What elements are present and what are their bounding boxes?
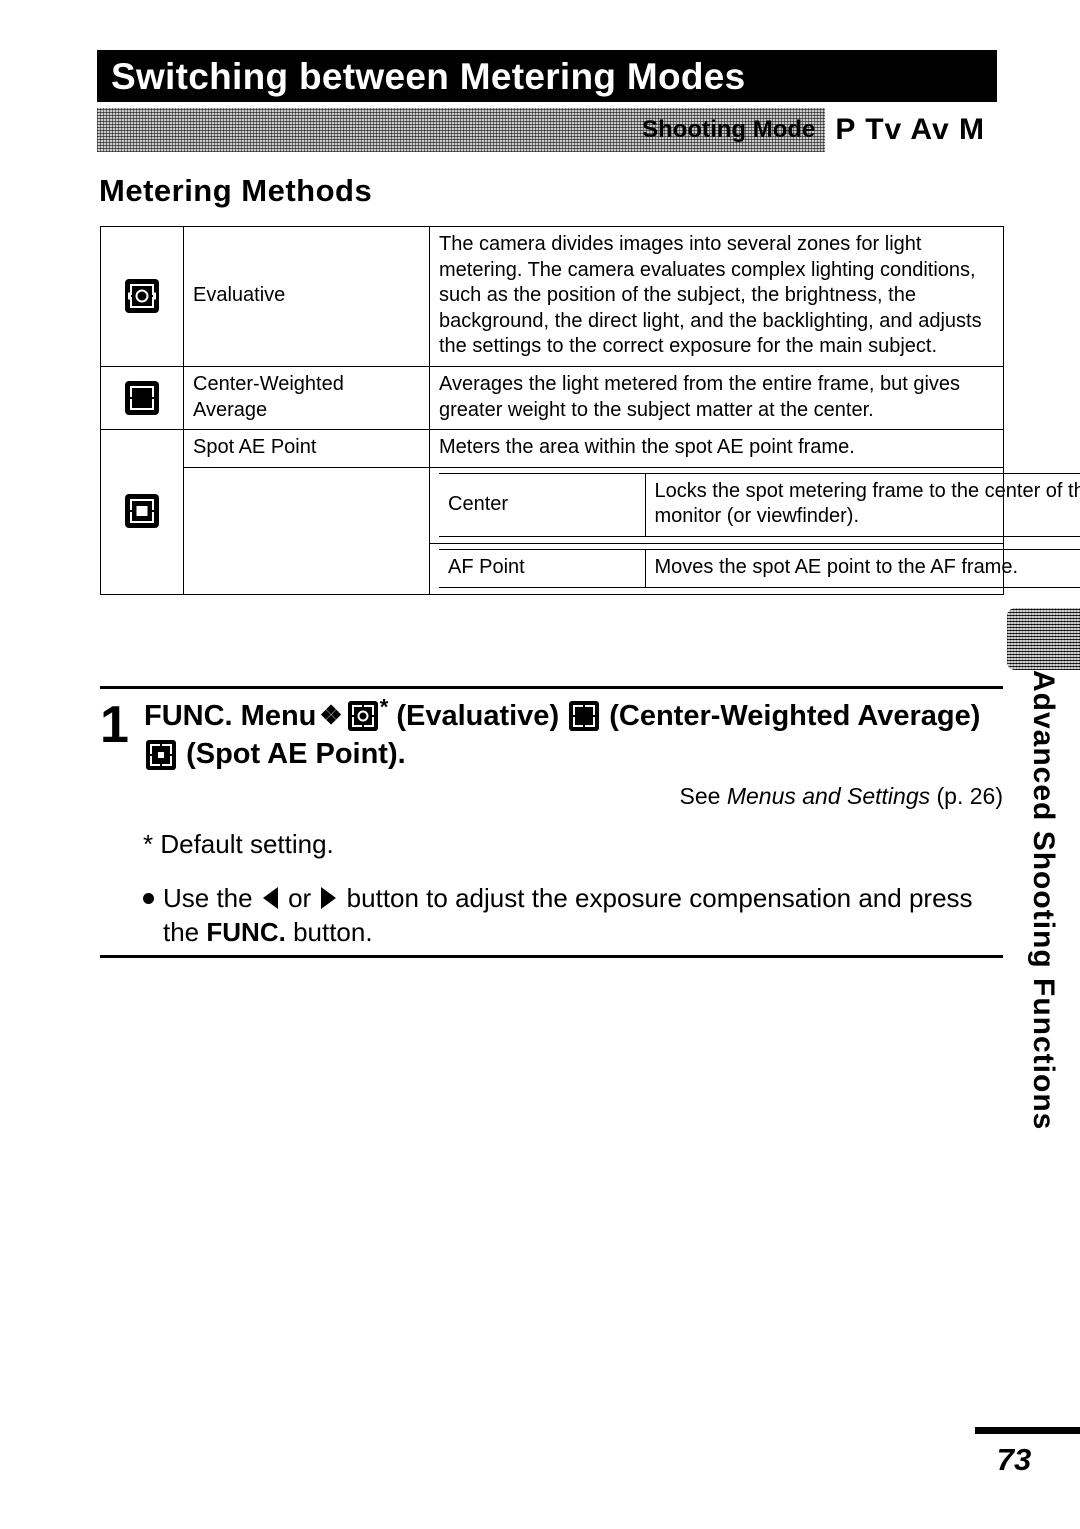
spot-ae-name-cell: Spot AE Point: [183, 429, 430, 468]
spot-ae-subtable-afpoint: AF Point Moves the spot AE point to the …: [439, 548, 1080, 588]
page-title: Switching between Metering Modes: [111, 55, 746, 97]
see-page-suffix: (p. 26): [936, 783, 1003, 809]
divider-above-step: [100, 686, 1003, 689]
notes-block: * Default setting. Use the or button to …: [143, 828, 1003, 949]
spot-center-description-cell: Locks the spot metering frame to the cen…: [644, 472, 1080, 537]
note-button-label: button.: [293, 916, 373, 947]
step-number: 1: [100, 696, 129, 754]
center-weighted-description-cell: Averages the light metered from the enti…: [429, 365, 1004, 431]
footer-rule: [975, 1427, 1080, 1434]
table-row: Center Locks the spot metering frame to …: [439, 472, 1080, 537]
center-weighted-average-metering-icon: [569, 701, 600, 732]
spot-ae-description-cell: Meters the area within the spot AE point…: [429, 429, 1004, 468]
see-italic-title: Menus and Settings: [726, 783, 931, 809]
shooting-mode-values-text: P Tv Av M: [835, 113, 985, 146]
evaluative-description-cell: The camera divides images into several z…: [429, 226, 1004, 367]
spot-ae-subtable-center: Center Locks the spot metering frame to …: [439, 472, 1080, 537]
table-row: Evaluative The camera divides images int…: [100, 226, 1004, 367]
evaluative-metering-icon: [125, 278, 159, 313]
spot-ae-subtable-cell-afpoint: AF Point Moves the spot AE point to the …: [429, 542, 1080, 595]
side-tab-cap: [1007, 608, 1080, 670]
step-center-weighted-label: (Center-Weighted Average): [609, 700, 981, 732]
spot-ae-indent-cell-afpoint: [183, 543, 430, 595]
side-tab-label: Advanced Shooting Functions: [1027, 670, 1060, 1131]
spot-ae-icon-cell: [100, 429, 184, 595]
page-title-banner: Switching between Metering Modes: [97, 50, 997, 102]
step-spot-ae-label: (Spot AE Point).: [186, 738, 406, 771]
step-evaluative-label: (Evaluative): [396, 700, 560, 732]
step-1-block: 1 FUNC. Menu ❖ * (Evaluative) (Center-Weig…: [100, 694, 1003, 808]
page-number: 73: [996, 1442, 1032, 1477]
spot-afpoint-name-cell: AF Point: [439, 548, 646, 588]
arrow-right-icon: [321, 886, 337, 909]
table-row: Center-Weighted Average Averages the lig…: [100, 365, 1004, 431]
default-setting-note: * Default setting.: [143, 829, 334, 859]
evaluative-name-cell: Evaluative: [183, 226, 430, 367]
evaluative-metering-icon: [347, 701, 378, 732]
metering-methods-table: Evaluative The camera divides images int…: [100, 226, 1080, 595]
evaluative-icon-cell: [100, 226, 184, 367]
chapter-side-tab: Advanced Shooting Functions: [1007, 608, 1080, 1208]
note-func-bold-label: FUNC.: [206, 916, 286, 947]
center-weighted-average-metering-icon: [125, 380, 159, 415]
bullet-dot-icon: [143, 892, 154, 904]
step-instruction-text: FUNC. Menu ❖ * (Evaluative) (Center-Weight…: [144, 694, 1003, 774]
see-prefix: See: [679, 783, 721, 809]
spot-ae-point-metering-icon: [125, 494, 159, 529]
step-func-menu-label: FUNC. Menu: [144, 700, 317, 732]
shooting-mode-strip: Shooting Mode P Tv Av M: [97, 108, 997, 152]
center-weighted-name-cell: Center-Weighted Average: [183, 365, 430, 431]
metering-methods-table-wrapper: Evaluative The camera divides images int…: [100, 226, 1080, 595]
table-row: AF Point Moves the spot AE point to the …: [101, 542, 1080, 595]
divider-below-notes: [100, 955, 1003, 958]
see-reference: See Menus and Settings (p. 26): [680, 785, 1004, 808]
manual-page: Switching between Metering Modes Shootin…: [0, 0, 1080, 1529]
exposure-compensation-note: Use the or button to adjust the exposure…: [143, 882, 1003, 950]
table-row: AF Point Moves the spot AE point to the …: [439, 548, 1080, 588]
section-heading: Metering Methods: [99, 173, 373, 208]
note-use-the-label: Use the: [163, 882, 253, 913]
spot-ae-subtable-cell-center: Center Locks the spot metering frame to …: [429, 466, 1080, 544]
table-row: Center Locks the spot metering frame to …: [101, 466, 1080, 544]
center-weighted-icon-cell: [100, 365, 184, 431]
shooting-mode-label: Shooting Mode: [642, 116, 816, 143]
spot-ae-indent-cell-center: [183, 466, 430, 544]
default-setting-asterisk: *: [379, 694, 389, 720]
shooting-mode-values: P Tv Av M: [825, 108, 997, 152]
spot-afpoint-description-cell: Moves the spot AE point to the AF frame.: [644, 548, 1080, 588]
spot-center-name-cell: Center: [439, 472, 646, 537]
spot-ae-point-metering-icon: [146, 739, 176, 770]
note-or-label: or: [288, 882, 312, 913]
table-row: Spot AE Point Meters the area within the…: [100, 429, 1004, 595]
arrow-left-icon: [262, 886, 278, 909]
arrow-right-icon: ❖: [319, 700, 343, 731]
